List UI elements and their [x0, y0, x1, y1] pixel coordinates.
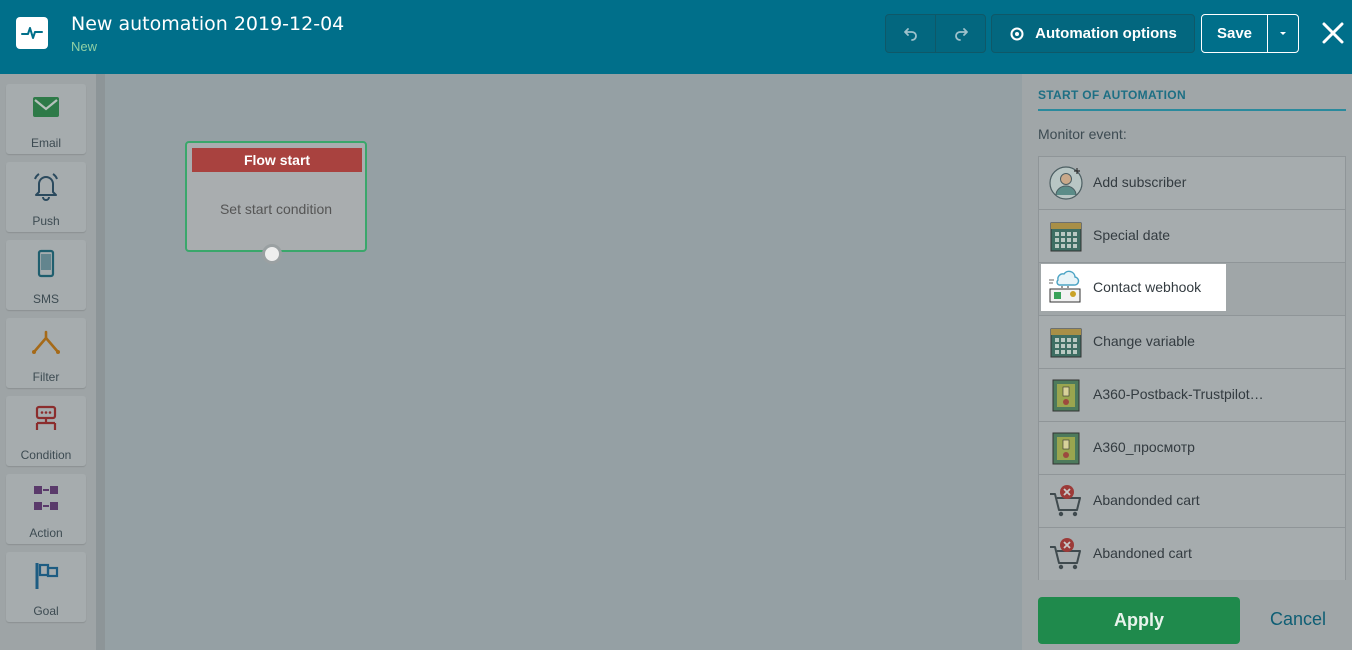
phone-icon: [37, 249, 55, 278]
event-item-contact-webhook-highlight[interactable]: Contact webhook: [1041, 264, 1226, 311]
action-icon: [34, 486, 58, 510]
tool-email[interactable]: Email: [6, 84, 86, 154]
undo-icon: [903, 27, 917, 41]
cart-icon: [1050, 485, 1081, 517]
tool-label: Condition: [20, 448, 72, 462]
tool-label: Filter: [32, 370, 60, 384]
redo-button[interactable]: [935, 14, 986, 53]
status-text: New: [71, 39, 98, 54]
webhook-icon: [1049, 270, 1081, 303]
tool-label: Email: [30, 136, 61, 150]
email-icon: [33, 97, 59, 117]
automation-options-label: Automation options: [1035, 25, 1177, 42]
event-item-add-subscriber[interactable]: Add subscriber: [1039, 157, 1345, 210]
panel-divider: [1038, 109, 1346, 111]
top-bar: New automation 2019-12-04 New Automation…: [0, 0, 1352, 74]
device-icon: [1052, 432, 1080, 465]
tool-label: SMS: [32, 292, 59, 306]
calendar-icon: [1050, 222, 1082, 252]
node-header: Flow start: [192, 148, 362, 172]
save-dropdown-button[interactable]: [1267, 14, 1299, 53]
event-label: Special date: [1093, 227, 1171, 243]
save-label: Save: [1216, 25, 1253, 42]
add-user-icon: [1049, 166, 1083, 200]
save-button[interactable]: Save: [1201, 14, 1268, 53]
bell-icon: [34, 173, 58, 201]
event-item-a360-view[interactable]: A360_просмотр: [1039, 422, 1345, 475]
element-toolbox: Email Push SMS Filter Condition Action G…: [0, 74, 96, 650]
automation-options-button[interactable]: Automation options: [991, 14, 1195, 53]
tool-sms[interactable]: SMS: [6, 240, 86, 310]
redo-icon: [954, 27, 968, 41]
apply-button[interactable]: Apply: [1038, 597, 1240, 644]
event-label: Change variable: [1093, 333, 1195, 349]
event-item-abandoned-cart[interactable]: Abandoned cart: [1039, 528, 1345, 580]
close-button[interactable]: [1318, 16, 1348, 50]
tool-filter[interactable]: Filter: [6, 318, 86, 388]
condition-icon: [35, 405, 57, 430]
event-label: A360-Postback-Trustpilot…: [1093, 386, 1264, 402]
caret-down-icon: [1280, 31, 1286, 35]
panel-title: START OF AUTOMATION: [1038, 88, 1186, 102]
node-output-port[interactable]: [262, 244, 282, 264]
event-list: Add subscriber Special date Change varia…: [1038, 156, 1346, 580]
node-body-text: Set start condition: [219, 201, 333, 217]
flow-start-node[interactable]: Flow start Set start condition: [185, 141, 367, 252]
event-label: Abandoned cart: [1093, 545, 1192, 561]
event-item-a360-postback[interactable]: A360-Postback-Trustpilot…: [1039, 369, 1345, 422]
tool-label: Goal: [33, 604, 59, 618]
tool-label: Action: [29, 526, 63, 540]
event-label: Contact webhook: [1093, 279, 1202, 295]
cart-icon: [1050, 538, 1081, 570]
event-label: Add subscriber: [1093, 174, 1187, 190]
event-item-change-variable[interactable]: Change variable: [1039, 316, 1345, 369]
page-title: New automation 2019-12-04: [71, 13, 345, 35]
event-item-abandonded-cart[interactable]: Abandonded cart: [1039, 475, 1345, 528]
device-icon: [1052, 379, 1080, 412]
filter-icon: [32, 330, 60, 354]
tool-push[interactable]: Push: [6, 162, 86, 232]
gear-icon: [1010, 27, 1024, 40]
event-label: Abandonded cart: [1093, 492, 1200, 508]
canvas-edge: [96, 74, 105, 650]
app-logo-icon[interactable]: [16, 17, 48, 49]
tool-label: Push: [32, 214, 60, 228]
start-settings-panel: START OF AUTOMATION Monitor event: Add s…: [1022, 74, 1352, 650]
tool-action[interactable]: Action: [6, 474, 86, 544]
tool-condition[interactable]: Condition: [6, 396, 86, 466]
close-icon: [1322, 22, 1344, 44]
undo-button[interactable]: [885, 14, 936, 53]
calendar-icon: [1050, 328, 1082, 358]
tool-goal[interactable]: Goal: [6, 552, 86, 622]
cancel-button[interactable]: Cancel: [1270, 609, 1326, 630]
monitor-event-label: Monitor event:: [1038, 126, 1127, 142]
event-item-special-date[interactable]: Special date: [1039, 210, 1345, 263]
event-label: A360_просмотр: [1093, 439, 1195, 455]
flag-icon: [35, 563, 59, 589]
